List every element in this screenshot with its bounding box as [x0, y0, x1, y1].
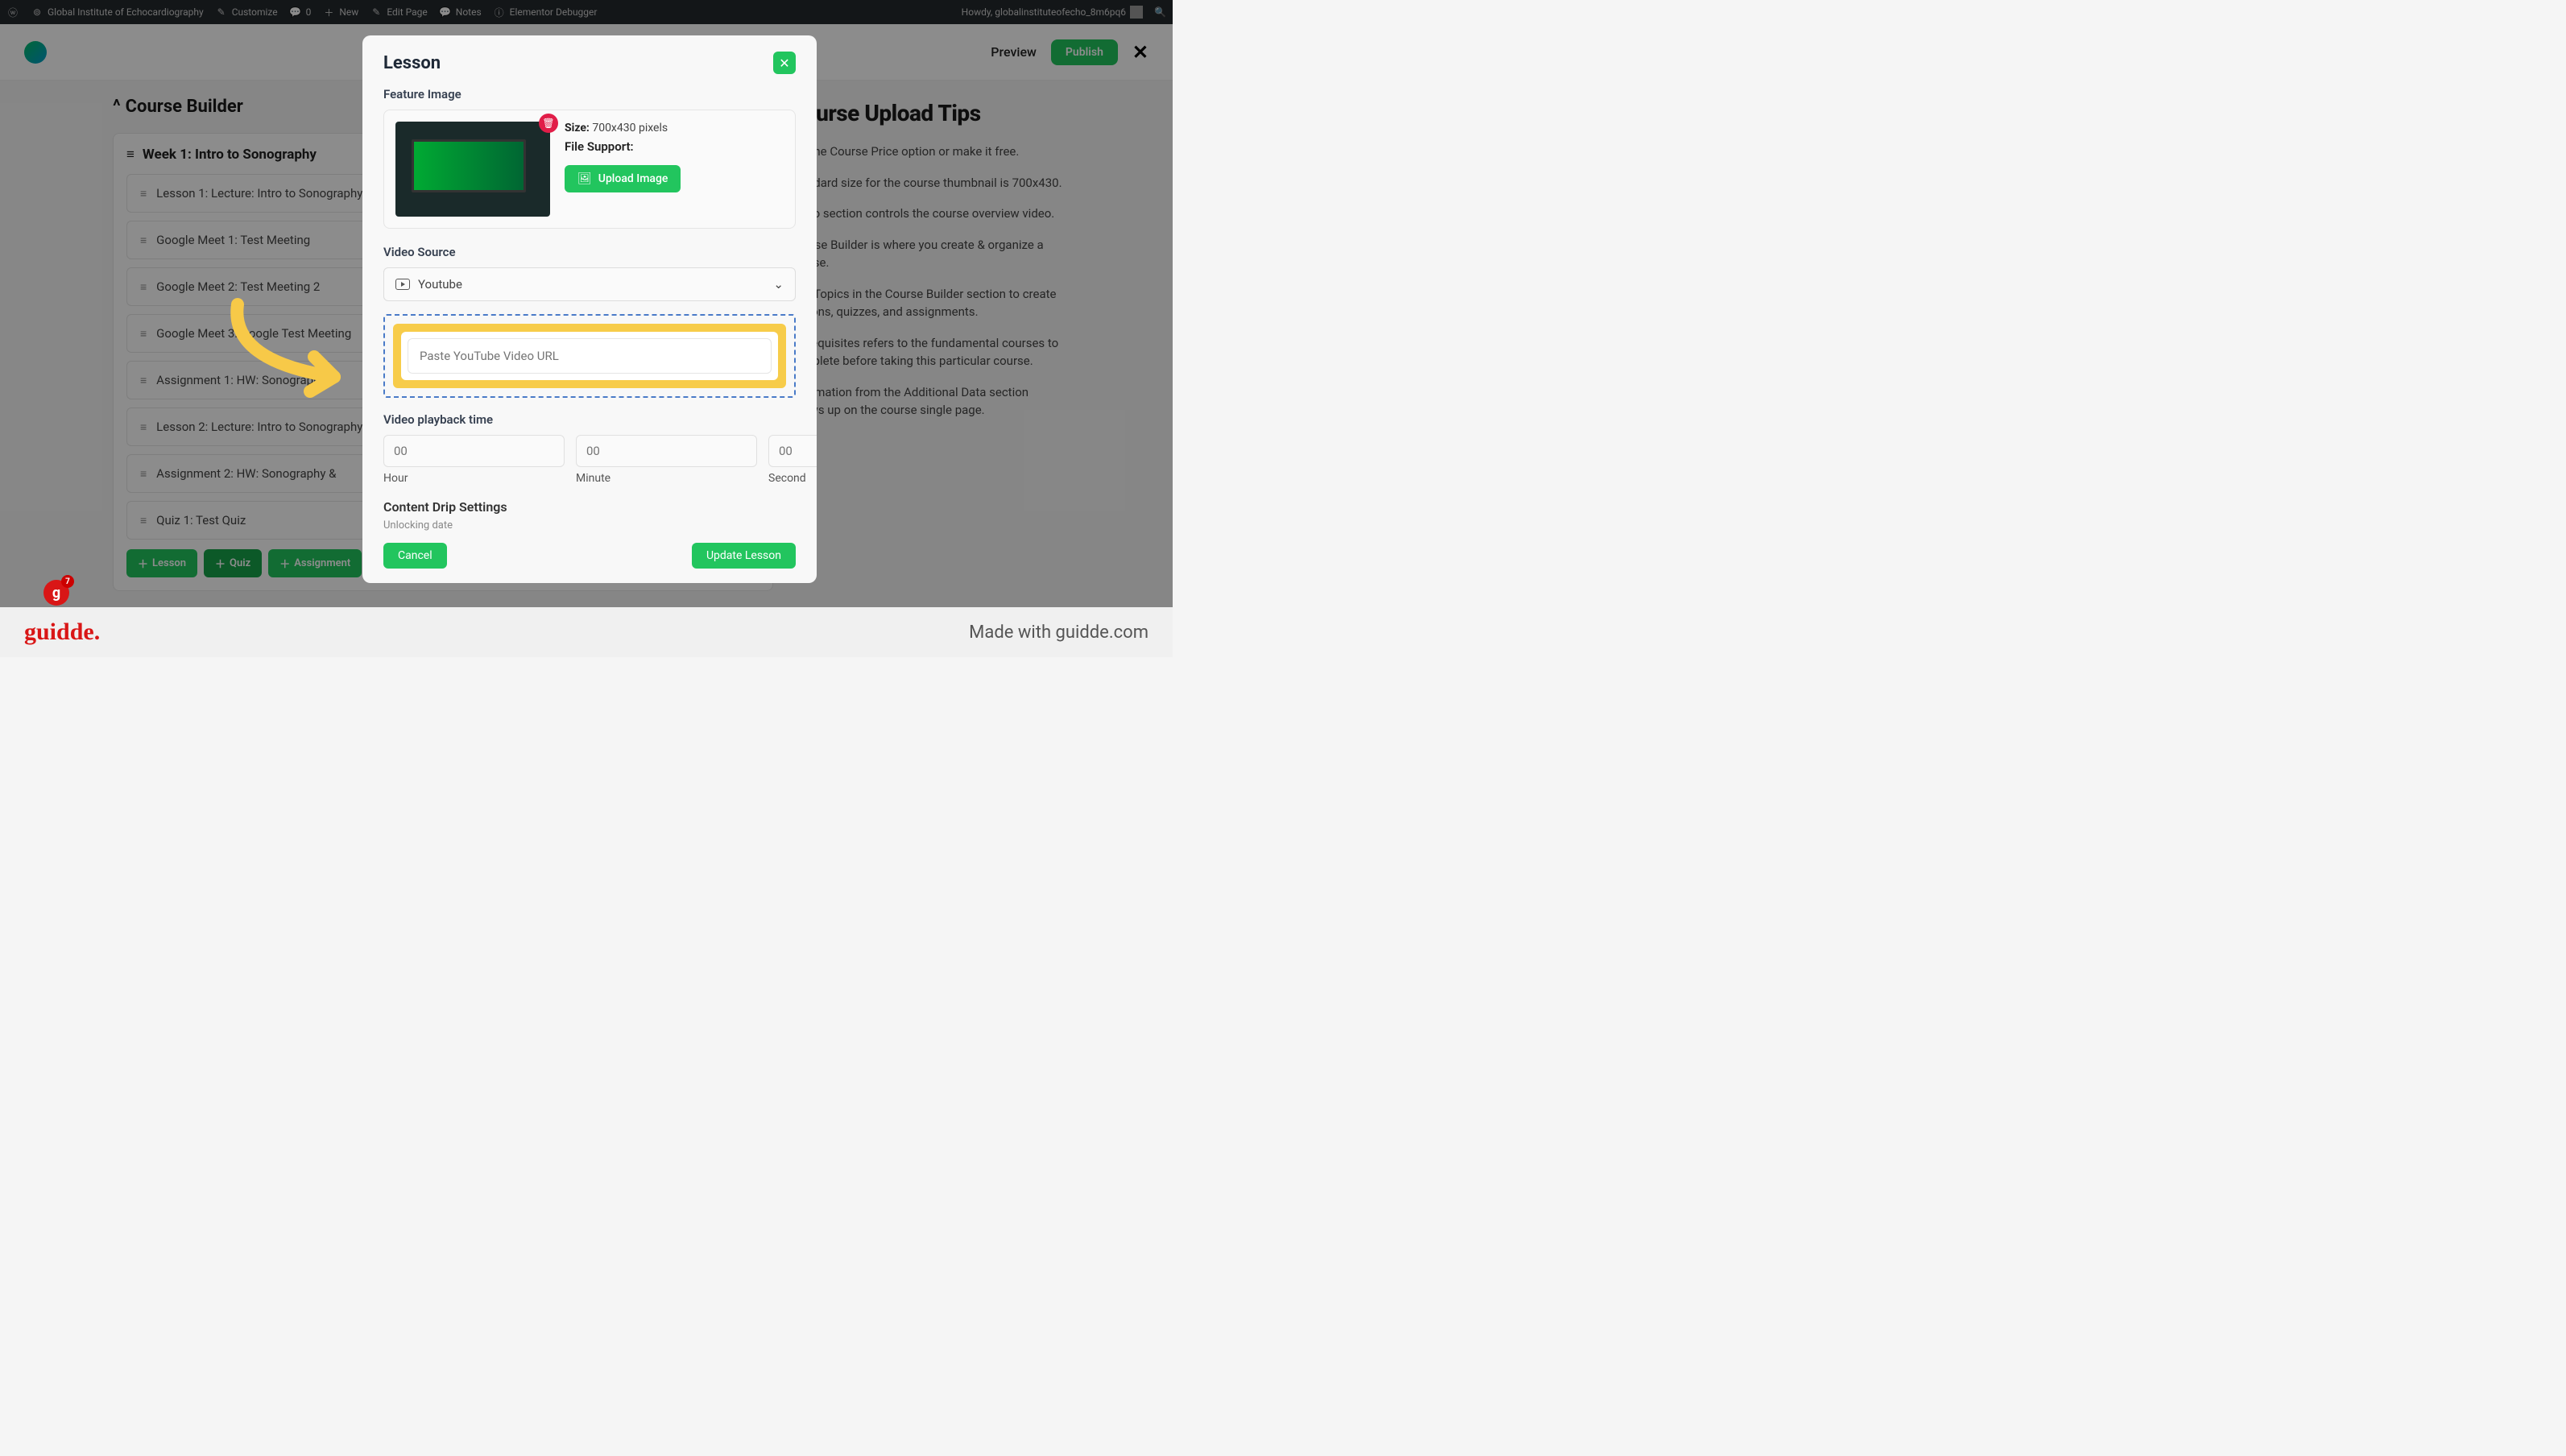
second-label: Second — [768, 472, 817, 485]
lesson-modal: Lesson ✕ Feature Image 🗑 Size: 700x430 p… — [362, 35, 817, 583]
modal-title: Lesson — [383, 53, 441, 73]
playback-time-label: Video playback time — [383, 412, 796, 427]
video-source-label: Video Source — [383, 245, 796, 259]
video-source-select[interactable]: Youtube ⌄ — [383, 267, 796, 301]
badge-count: 7 — [61, 575, 74, 588]
content-drip-label: Content Drip Settings — [383, 499, 796, 515]
feature-image-label: Feature Image — [383, 87, 796, 101]
unlocking-date-label: Unlocking date — [383, 519, 796, 532]
feature-image-card: 🗑 Size: 700x430 pixels File Support: 🖼Up… — [383, 110, 796, 229]
guidde-footer: guidde. Made with guidde.com — [0, 607, 1173, 657]
guidde-badge[interactable]: g 7 — [43, 580, 69, 606]
minute-label: Minute — [576, 472, 757, 485]
guidde-g-icon: g — [52, 585, 60, 602]
hour-input[interactable] — [383, 435, 565, 467]
highlighted-url-region — [383, 314, 796, 398]
size-line: Size: 700x430 pixels — [565, 122, 681, 134]
upload-image-button[interactable]: 🖼Upload Image — [565, 165, 681, 192]
second-input[interactable] — [768, 435, 817, 467]
feature-thumbnail — [395, 122, 550, 217]
hour-label: Hour — [383, 472, 565, 485]
youtube-url-input[interactable] — [408, 338, 772, 374]
youtube-icon — [395, 279, 410, 290]
minute-input[interactable] — [576, 435, 757, 467]
chevron-down-icon: ⌄ — [773, 277, 784, 292]
guidde-logo: guidde. — [24, 618, 100, 646]
image-icon: 🖼 — [577, 172, 592, 185]
update-lesson-button[interactable]: Update Lesson — [692, 543, 796, 569]
modal-close-button[interactable]: ✕ — [773, 52, 796, 74]
delete-thumbnail-button[interactable]: 🗑 — [539, 114, 558, 133]
cancel-button[interactable]: Cancel — [383, 543, 447, 569]
file-support-line: File Support: — [565, 139, 681, 154]
guidde-made-with: Made with guidde.com — [969, 623, 1148, 643]
trash-icon: 🗑 — [542, 118, 554, 129]
video-source-value: Youtube — [418, 277, 462, 292]
